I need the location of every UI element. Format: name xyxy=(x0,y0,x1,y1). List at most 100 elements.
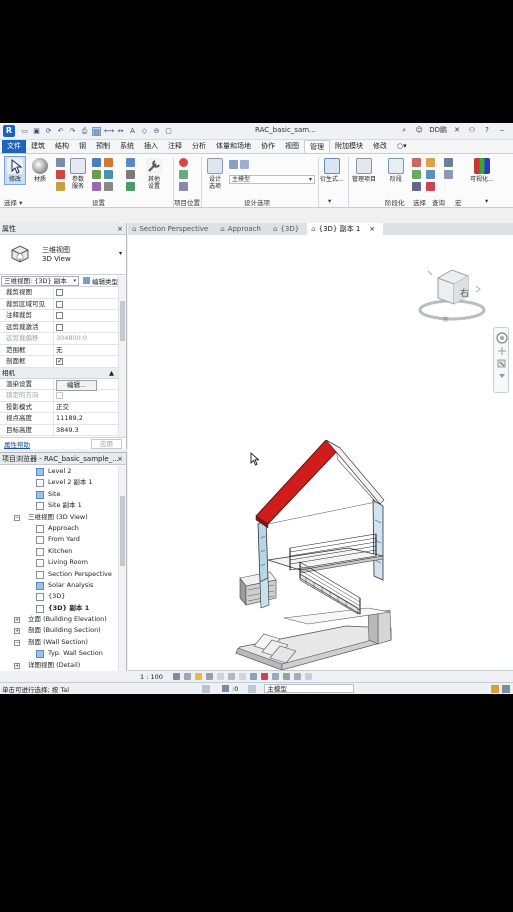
viewcube-arrow-icon[interactable] xyxy=(475,285,481,293)
line-styles-icon[interactable] xyxy=(126,182,135,191)
browser-node[interactable]: + 剖面 (Building Section) xyxy=(0,625,118,636)
thin-lines-icon[interactable]: ▤ xyxy=(92,126,101,136)
property-value[interactable] xyxy=(54,322,126,333)
expand-toggle-icon[interactable]: + xyxy=(14,628,20,635)
view-tab[interactable]: ⌂ Approach xyxy=(216,223,269,235)
editable-only-icon[interactable] xyxy=(491,684,499,693)
view-tab[interactable]: ⌂ {3D} xyxy=(269,223,307,235)
save-icon[interactable]: ▣ xyxy=(32,127,41,136)
expand-toggle-icon[interactable]: − xyxy=(14,639,20,646)
global-params-icon[interactable] xyxy=(92,170,101,179)
ribbon-tab[interactable]: 注释 xyxy=(163,140,187,153)
exchange-icon[interactable]: ✕ xyxy=(452,125,462,135)
select-underlay-icon[interactable] xyxy=(412,170,421,179)
revit-logo-icon[interactable]: R xyxy=(3,125,15,137)
crop-view-icon[interactable] xyxy=(227,673,235,680)
warnings-icon[interactable] xyxy=(426,182,435,191)
browser-node[interactable]: + 详图视图 (Detail) xyxy=(0,660,118,671)
viewcube[interactable]: 右 前 xyxy=(416,264,496,326)
generative-design-button[interactable]: 衍生式... xyxy=(320,158,344,183)
mep-settings-icon[interactable] xyxy=(104,182,113,191)
property-value[interactable] xyxy=(54,356,126,367)
render-settings-button[interactable]: 编辑... xyxy=(56,379,98,391)
close-hidden-icon[interactable]: ▢ xyxy=(164,127,173,136)
browser-node[interactable]: Approach xyxy=(0,523,118,534)
ribbon-tab[interactable]: 附加模块 xyxy=(330,140,368,153)
property-checkbox[interactable] xyxy=(56,323,63,331)
pan-icon[interactable] xyxy=(498,347,506,355)
worksets-icon[interactable] xyxy=(202,684,210,693)
generative-panel-arrow[interactable]: ▾ xyxy=(328,197,331,205)
browser-node[interactable]: Section Perspective xyxy=(0,569,118,580)
sync-icon[interactable]: ⟳ xyxy=(44,127,53,136)
design-options-status-icon[interactable] xyxy=(248,684,257,693)
location-icon[interactable] xyxy=(179,158,188,167)
type-selector[interactable]: 三维视图 3D View ▾ xyxy=(0,235,126,275)
section-icon[interactable]: ⊖ xyxy=(152,127,161,136)
macro-manager-icon[interactable] xyxy=(444,158,453,167)
macro-security-icon[interactable] xyxy=(444,170,453,179)
main-model-select[interactable]: 主模型 ▾ xyxy=(229,175,315,184)
coordinates-icon[interactable] xyxy=(179,170,188,179)
home-icon[interactable] xyxy=(427,270,433,276)
property-checkbox[interactable] xyxy=(56,356,63,367)
sun-path-icon[interactable] xyxy=(194,673,202,680)
property-value[interactable]: 3849.3 xyxy=(54,425,126,436)
constraints-icon[interactable] xyxy=(304,673,312,680)
camera-category[interactable]: 相机 ▲ xyxy=(0,367,126,379)
apply-button[interactable]: 应用 xyxy=(91,438,122,449)
undo-icon[interactable]: ↶ xyxy=(56,127,65,136)
shadows-icon[interactable] xyxy=(205,673,213,680)
browser-node[interactable]: Living Room xyxy=(0,557,118,568)
measure-icon[interactable]: ⟷ xyxy=(104,127,114,136)
browser-node[interactable]: Typ. Wall Section xyxy=(0,648,118,659)
expand-toggle-icon[interactable]: + xyxy=(14,617,20,624)
property-value[interactable] xyxy=(54,310,126,321)
phases-button[interactable]: 阶段 xyxy=(388,158,404,183)
structural-settings-icon[interactable] xyxy=(104,170,113,179)
edit-type-button[interactable]: 编辑类型 xyxy=(83,276,118,286)
visualize-panel-arrow[interactable]: ▾ xyxy=(485,197,488,205)
add-to-set-icon[interactable] xyxy=(229,160,238,169)
select-links-icon[interactable] xyxy=(412,158,421,167)
property-checkbox[interactable] xyxy=(56,312,63,319)
transfer-standards-icon[interactable] xyxy=(92,182,101,191)
property-value[interactable]: 无 xyxy=(54,345,126,356)
analytical-model-icon[interactable] xyxy=(293,673,301,680)
browser-node[interactable]: − 三维视图 (3D View) xyxy=(0,512,118,523)
building-3d-model[interactable] xyxy=(228,440,418,680)
select-by-id-icon[interactable] xyxy=(426,158,435,167)
browser-node[interactable]: Level 2 副本 1 xyxy=(0,477,118,488)
property-value[interactable]: 正交 xyxy=(54,402,126,413)
nav-dropdown-icon[interactable] xyxy=(499,374,505,378)
project-info-icon[interactable] xyxy=(56,182,65,191)
visualize-button[interactable]: 可视化... xyxy=(470,158,494,183)
ribbon-tab[interactable]: 预制 xyxy=(91,140,115,153)
shared-params-icon[interactable] xyxy=(92,158,101,167)
additional-settings-icon[interactable] xyxy=(126,170,135,179)
property-value[interactable] xyxy=(54,287,126,298)
other-settings-button[interactable]: 其他 设置 xyxy=(146,158,162,190)
modify-button[interactable]: 修改 xyxy=(4,156,26,185)
type-dropdown-icon[interactable]: ▾ xyxy=(119,250,122,257)
browser-node[interactable]: {3D} xyxy=(0,591,118,602)
ribbon-tab[interactable]: 建筑 xyxy=(26,140,50,153)
ribbon-tab[interactable]: 协作 xyxy=(256,140,280,153)
properties-scrollbar[interactable] xyxy=(118,276,126,438)
search-icon[interactable]: ⌕ xyxy=(399,125,409,135)
user-icon[interactable]: ☺ xyxy=(414,125,424,135)
pick-to-edit-icon[interactable] xyxy=(240,160,249,169)
view-scale[interactable]: 1 : 100 xyxy=(140,673,163,681)
close-icon[interactable]: × xyxy=(369,223,375,235)
ribbon-tab[interactable]: 系统 xyxy=(115,140,139,153)
close-icon[interactable]: × xyxy=(117,453,123,465)
browser-node[interactable]: Solar Analysis xyxy=(0,580,118,591)
browser-node[interactable]: Level 2 xyxy=(0,466,118,477)
ribbon-tab[interactable]: 体量和场地 xyxy=(211,140,256,153)
filter-icon[interactable] xyxy=(222,685,229,692)
property-checkbox[interactable] xyxy=(56,300,63,308)
snaps-icon[interactable] xyxy=(56,170,65,179)
minimize-icon[interactable]: ‒ xyxy=(497,125,507,135)
browser-node[interactable]: {3D} 副本 1 xyxy=(0,603,118,614)
detail-level-icon[interactable] xyxy=(172,673,180,680)
